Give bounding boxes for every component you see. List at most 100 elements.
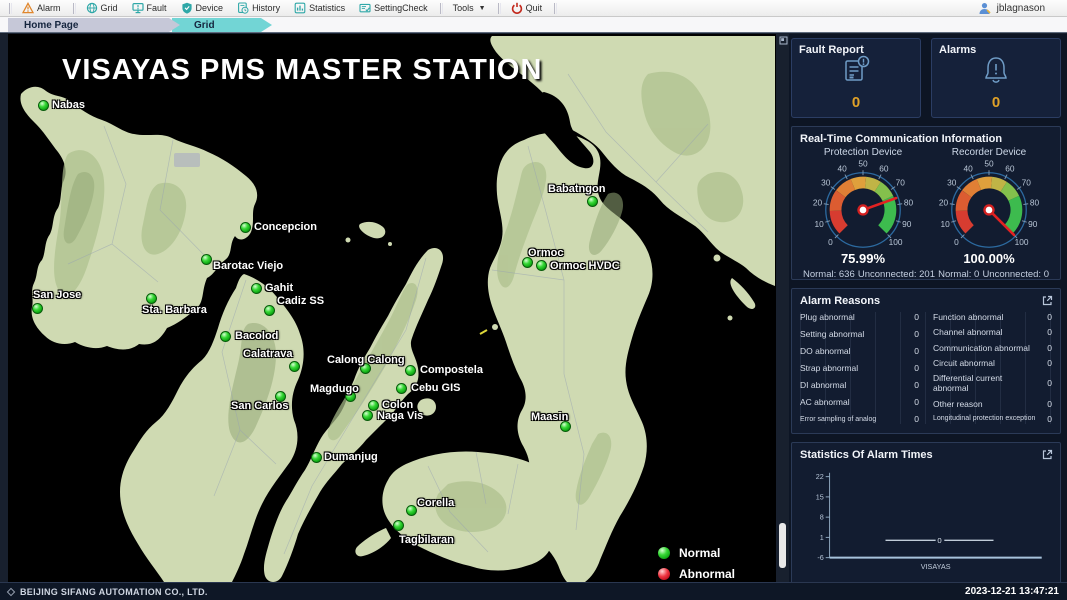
alarm-reason-value: 0 [1040,327,1052,337]
station-marker-san-jose[interactable] [32,303,43,314]
svg-text:100: 100 [1015,237,1029,247]
alarm-reason-row: Channel abnormal0 [933,327,1052,337]
tab-home-page[interactable]: Home Page [8,18,180,32]
realtime-communication-panel: Real-Time Communication Information Prot… [791,126,1061,280]
right-panel: Fault Report 0 [789,34,1067,582]
toolbar-item-alarm[interactable]: Alarm [15,1,68,16]
station-label-compostela: Compostela [420,364,483,376]
alarm-reasons-panel: Alarm Reasons Plug abnormal0Setting abno… [791,288,1061,434]
alarm-reason-row: Differential current abnormal0 [933,373,1052,393]
main-content: VISAYAS PMS MASTER STATION NabasSan Jose… [0,34,1067,582]
station-marker-dumanjug[interactable] [311,452,322,463]
station-label-ormoc: Ormoc [528,247,563,259]
alarm-reason-value: 0 [907,329,919,339]
tab-label: Home Page [24,20,78,31]
map-title: VISAYAS PMS MASTER STATION [62,54,542,87]
expand-icon[interactable] [1042,449,1053,460]
user-menu[interactable]: jblagnason [978,2,1063,15]
svg-text:10: 10 [815,219,825,229]
toolbar-item-fault[interactable]: Fault [125,1,174,16]
alarm-reason-value: 0 [907,414,919,424]
toolbar-item-settingcheck[interactable]: SettingCheck [352,1,435,16]
station-marker-babatngon[interactable] [587,196,598,207]
alarm-reason-label: DI abnormal [800,380,846,390]
alarm-reason-label: Longitudinal protection exception [933,415,1035,422]
toolbar-separator [498,3,499,14]
vertical-scrollbar [776,34,789,582]
visayas-map[interactable]: VISAYAS PMS MASTER STATION NabasSan Jose… [8,34,776,582]
station-marker-nabas[interactable] [38,100,49,111]
fault-report-card[interactable]: Fault Report 0 [791,38,921,118]
station-marker-barotac-viejo[interactable] [201,254,212,265]
svg-text:40: 40 [963,164,973,174]
connection-stats-row: Normal: 636Unconnected: 201Normal: 0Unco… [800,269,1052,280]
svg-text:40: 40 [837,164,847,174]
island-panay [20,87,257,350]
toolbar-item-history[interactable]: History [230,1,287,16]
svg-text:80: 80 [1030,197,1040,207]
station-marker-gahit[interactable] [251,283,262,294]
alarm-reason-value: 0 [907,380,919,390]
alarm-reason-row: DI abnormal 0 [800,380,919,390]
svg-text:100: 100 [889,237,903,247]
svg-text:0: 0 [828,237,833,247]
monitor-fault-icon [132,2,144,14]
panel-collapse-icon[interactable] [779,36,788,45]
station-marker-compostela[interactable] [405,365,416,376]
islet-east [730,278,755,309]
islet [388,242,392,246]
toolbar-label: Quit [526,3,543,13]
alarm-reason-label: Function abnormal [933,312,1003,322]
station-label-bacolod: Bacolod [235,330,278,342]
alarm-reason-row: Setting abnormal0 [800,329,919,339]
toolbar-label: Statistics [309,3,345,13]
gauge-value: 75.99% [841,251,885,266]
alarm-reason-row: Circuit abnormal0 [933,358,1052,368]
alarm-reasons-left-column: Plug abnormal0Setting abnormal0DO abnorm… [800,312,919,424]
station-label-calong-calong: Calong Calong [327,354,405,366]
alarm-reason-value: 0 [907,397,919,407]
history-document-icon [237,2,249,14]
toolbar-item-device[interactable]: Device [174,1,231,16]
svg-text:50: 50 [858,159,868,169]
station-label-nabas: Nabas [52,99,85,111]
alarm-bell-icon [980,53,1012,85]
legend-item-abnormal: Abnormal [658,567,735,581]
station-marker-naga-vis[interactable] [362,410,373,421]
alarm-reasons-right-column: Function abnormal0Channel abnormal0Commu… [933,312,1052,424]
expand-icon[interactable] [1042,295,1053,306]
pms-application: Alarm Grid Fault Device History Statisti… [0,0,1067,600]
station-label-gahit: Gahit [265,282,293,294]
gauge-dial: 0102030405060708090100 [930,159,1048,257]
svg-text:0: 0 [954,237,959,247]
gauge-title: Recorder Device [952,147,1026,158]
station-marker-tagbilaran[interactable] [393,520,404,531]
globe-icon [86,2,98,14]
conn-stat: Normal: 636 [803,269,855,280]
station-marker-calatrava[interactable] [289,361,300,372]
toolbar-item-grid[interactable]: Grid [79,1,125,16]
station-marker-corella[interactable] [406,505,417,516]
toolbar-separator [9,3,10,14]
alarms-count: 0 [932,94,1060,111]
station-marker-bacolod[interactable] [220,331,231,342]
clock-timestamp: 2023-12-21 13:47:21 [965,586,1059,597]
tab-label: Grid [194,20,215,31]
svg-text:90: 90 [902,219,912,229]
toolbar-item-quit[interactable]: Quit [504,1,550,16]
tab-grid[interactable]: Grid [172,18,272,32]
station-marker-ormoc-hvdc[interactable] [536,260,547,271]
statistics-chart-icon [294,2,306,14]
toolbar-label: Tools [453,3,474,13]
station-marker-cadiz-ss[interactable] [264,305,275,316]
scrollbar-thumb[interactable] [779,523,786,568]
alarms-card[interactable]: Alarms 0 [931,38,1061,118]
toolbar-item-statistics[interactable]: Statistics [287,1,352,16]
station-marker-concepcion[interactable] [240,222,251,233]
gauge-title: Protection Device [824,147,902,158]
station-label-concepcion: Concepcion [254,221,317,233]
station-marker-sta-barbara[interactable] [146,293,157,304]
conn-stat: Unconnected: 201 [858,269,935,280]
toolbar-item-tools[interactable]: Tools ▼ [446,1,493,16]
station-marker-cebu-gis[interactable] [396,383,407,394]
